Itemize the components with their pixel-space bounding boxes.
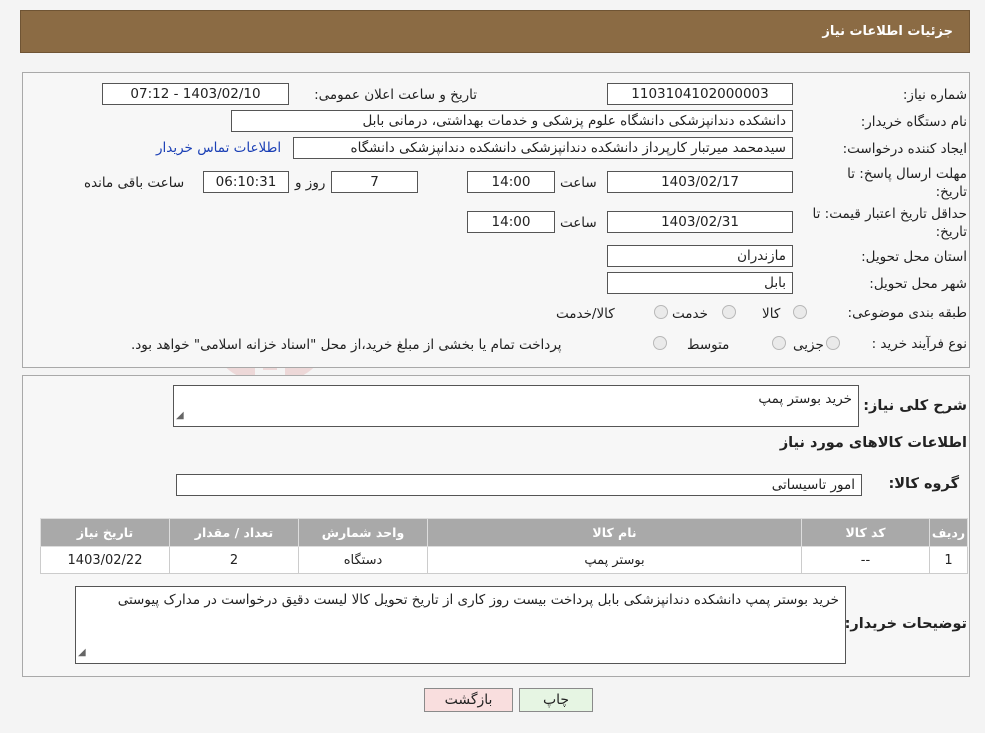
goods-group-label: گروه کالا: (888, 476, 959, 492)
validity-label-line2: تاریخ: (935, 224, 967, 240)
goods-group-field: امور تاسیساتی (176, 474, 862, 496)
need-number-field: 1103104102000003 (607, 83, 793, 105)
page-title: جزئیات اطلاعات نیاز (822, 24, 953, 39)
buyer-contact-link[interactable]: اطلاعات تماس خریدار (156, 140, 281, 156)
col-row-number: ردیف (929, 518, 968, 547)
announce-date-field: 1403/02/10 - 07:12 (102, 83, 289, 105)
summary-label: شرح کلی نیاز: (863, 398, 967, 414)
back-button[interactable]: بازگشت (424, 688, 513, 712)
page-header: جزئیات اطلاعات نیاز (20, 10, 970, 53)
announce-date-label: تاریخ و ساعت اعلان عمومی: (314, 87, 477, 103)
creator-label: ایجاد کننده درخواست: (842, 141, 967, 157)
category-label: طبقه بندی موضوعی: (847, 305, 967, 321)
category-goods-service-radio[interactable] (654, 305, 668, 319)
process-type-label: نوع فرآیند خرید : (871, 336, 967, 352)
cell-item-name: بوستر پمپ (427, 546, 802, 574)
validity-time-field: 14:00 (467, 211, 555, 233)
print-button[interactable]: چاپ (519, 688, 593, 712)
deadline-label-line2: تاریخ: (935, 184, 967, 200)
goods-info-title: اطلاعات کالاهای مورد نیاز (779, 435, 967, 451)
process-medium-radio[interactable] (772, 336, 786, 350)
goods-table-header: ردیف کد کالا نام کالا واحد شمارش تعداد /… (40, 518, 968, 547)
validity-time-label: ساعت (560, 215, 597, 231)
days-label: روز و (295, 175, 326, 191)
category-service-radio[interactable] (722, 305, 736, 319)
process-treasury-radio[interactable] (653, 336, 667, 350)
col-quantity: تعداد / مقدار (169, 518, 299, 547)
summary-textarea[interactable]: خرید بوستر پمپ ◢ (173, 385, 859, 427)
col-item-code: کد کالا (801, 518, 930, 547)
category-goods-radio[interactable] (793, 305, 807, 319)
cell-quantity: 2 (169, 546, 299, 574)
remaining-time-field: 06:10:31 (203, 171, 289, 193)
cell-row-number: 1 (929, 546, 968, 574)
resize-grip-icon[interactable]: ◢ (78, 644, 86, 662)
buyer-org-field: دانشکده دندانپزشکی دانشگاه علوم پزشکی و … (231, 110, 793, 132)
category-goods-label: کالا (762, 306, 781, 322)
col-unit: واحد شمارش (298, 518, 428, 547)
validity-label-line1: حداقل تاریخ اعتبار قیمت: تا (812, 206, 967, 222)
category-goods-service-label: کالا/خدمت (556, 306, 615, 322)
city-field: بابل (607, 272, 793, 294)
deadline-label-line1: مهلت ارسال پاسخ: تا (847, 166, 967, 182)
province-label: استان محل تحویل: (861, 249, 967, 265)
cell-need-date: 1403/02/22 (40, 546, 170, 574)
deadline-time-label: ساعت (560, 175, 597, 191)
buyer-org-label: نام دستگاه خریدار: (860, 114, 967, 130)
remaining-time-label: ساعت باقی مانده (84, 175, 185, 191)
need-number-label: شماره نیاز: (902, 87, 967, 103)
cell-item-code: -- (801, 546, 930, 574)
city-label: شهر محل تحویل: (869, 276, 967, 292)
deadline-date-field: 1403/02/17 (607, 171, 793, 193)
validity-date-field: 1403/02/31 (607, 211, 793, 233)
process-minor-radio[interactable] (826, 336, 840, 350)
goods-table: ردیف کد کالا نام کالا واحد شمارش تعداد /… (40, 518, 968, 574)
goods-table-wrapper: ردیف کد کالا نام کالا واحد شمارش تعداد /… (40, 518, 968, 574)
process-treasury-note: پرداخت تمام یا بخشی از مبلغ خرید،از محل … (131, 337, 562, 353)
category-service-label: خدمت (672, 306, 708, 322)
days-remaining-field: 7 (331, 171, 418, 193)
creator-field: سیدمحمد میرتبار کارپرداز دانشکده دندانپز… (293, 137, 793, 159)
cell-unit: دستگاه (298, 546, 428, 574)
deadline-time-field: 14:00 (467, 171, 555, 193)
buyer-notes-textarea[interactable]: خرید بوستر پمپ دانشکده دندانپزشکی بابل پ… (75, 586, 846, 664)
province-field: مازندران (607, 245, 793, 267)
summary-text: خرید بوستر پمپ (758, 391, 852, 407)
col-need-date: تاریخ نیاز (40, 518, 170, 547)
resize-grip-icon[interactable]: ◢ (176, 407, 184, 425)
table-row: 1 -- بوستر پمپ دستگاه 2 1403/02/22 (40, 546, 968, 574)
buyer-notes-text: خرید بوستر پمپ دانشکده دندانپزشکی بابل پ… (117, 592, 839, 608)
process-medium-label: متوسط (687, 337, 730, 353)
buyer-notes-label: توضیحات خریدار: (844, 616, 967, 632)
col-item-name: نام کالا (427, 518, 802, 547)
process-minor-label: جزیی (793, 337, 824, 353)
